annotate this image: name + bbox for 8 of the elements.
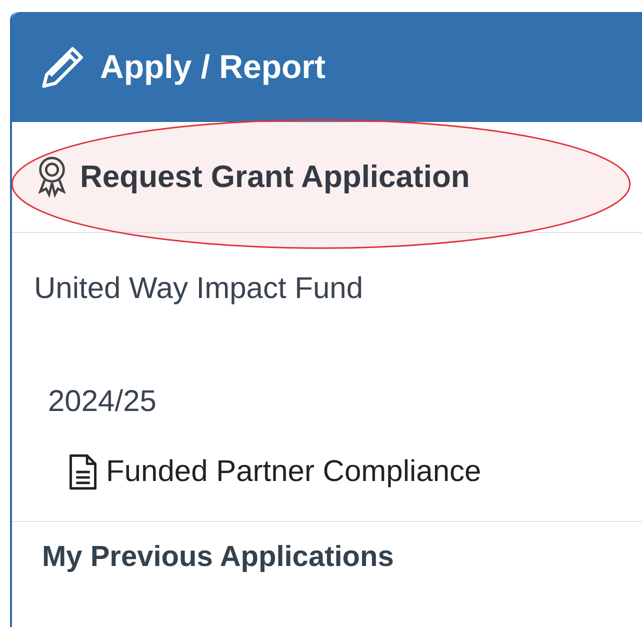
pencil-icon xyxy=(40,44,86,90)
menu-link[interactable]: Funded Partner Compliance xyxy=(106,455,482,489)
menu-link[interactable]: Request Grant Application xyxy=(80,159,470,195)
period-label: 2024/25 xyxy=(48,385,156,419)
document-icon xyxy=(68,452,98,492)
section-heading: My Previous Applications xyxy=(42,540,394,574)
panel-title: Apply / Report xyxy=(100,48,326,86)
fund-label: United Way Impact Fund xyxy=(34,272,364,306)
